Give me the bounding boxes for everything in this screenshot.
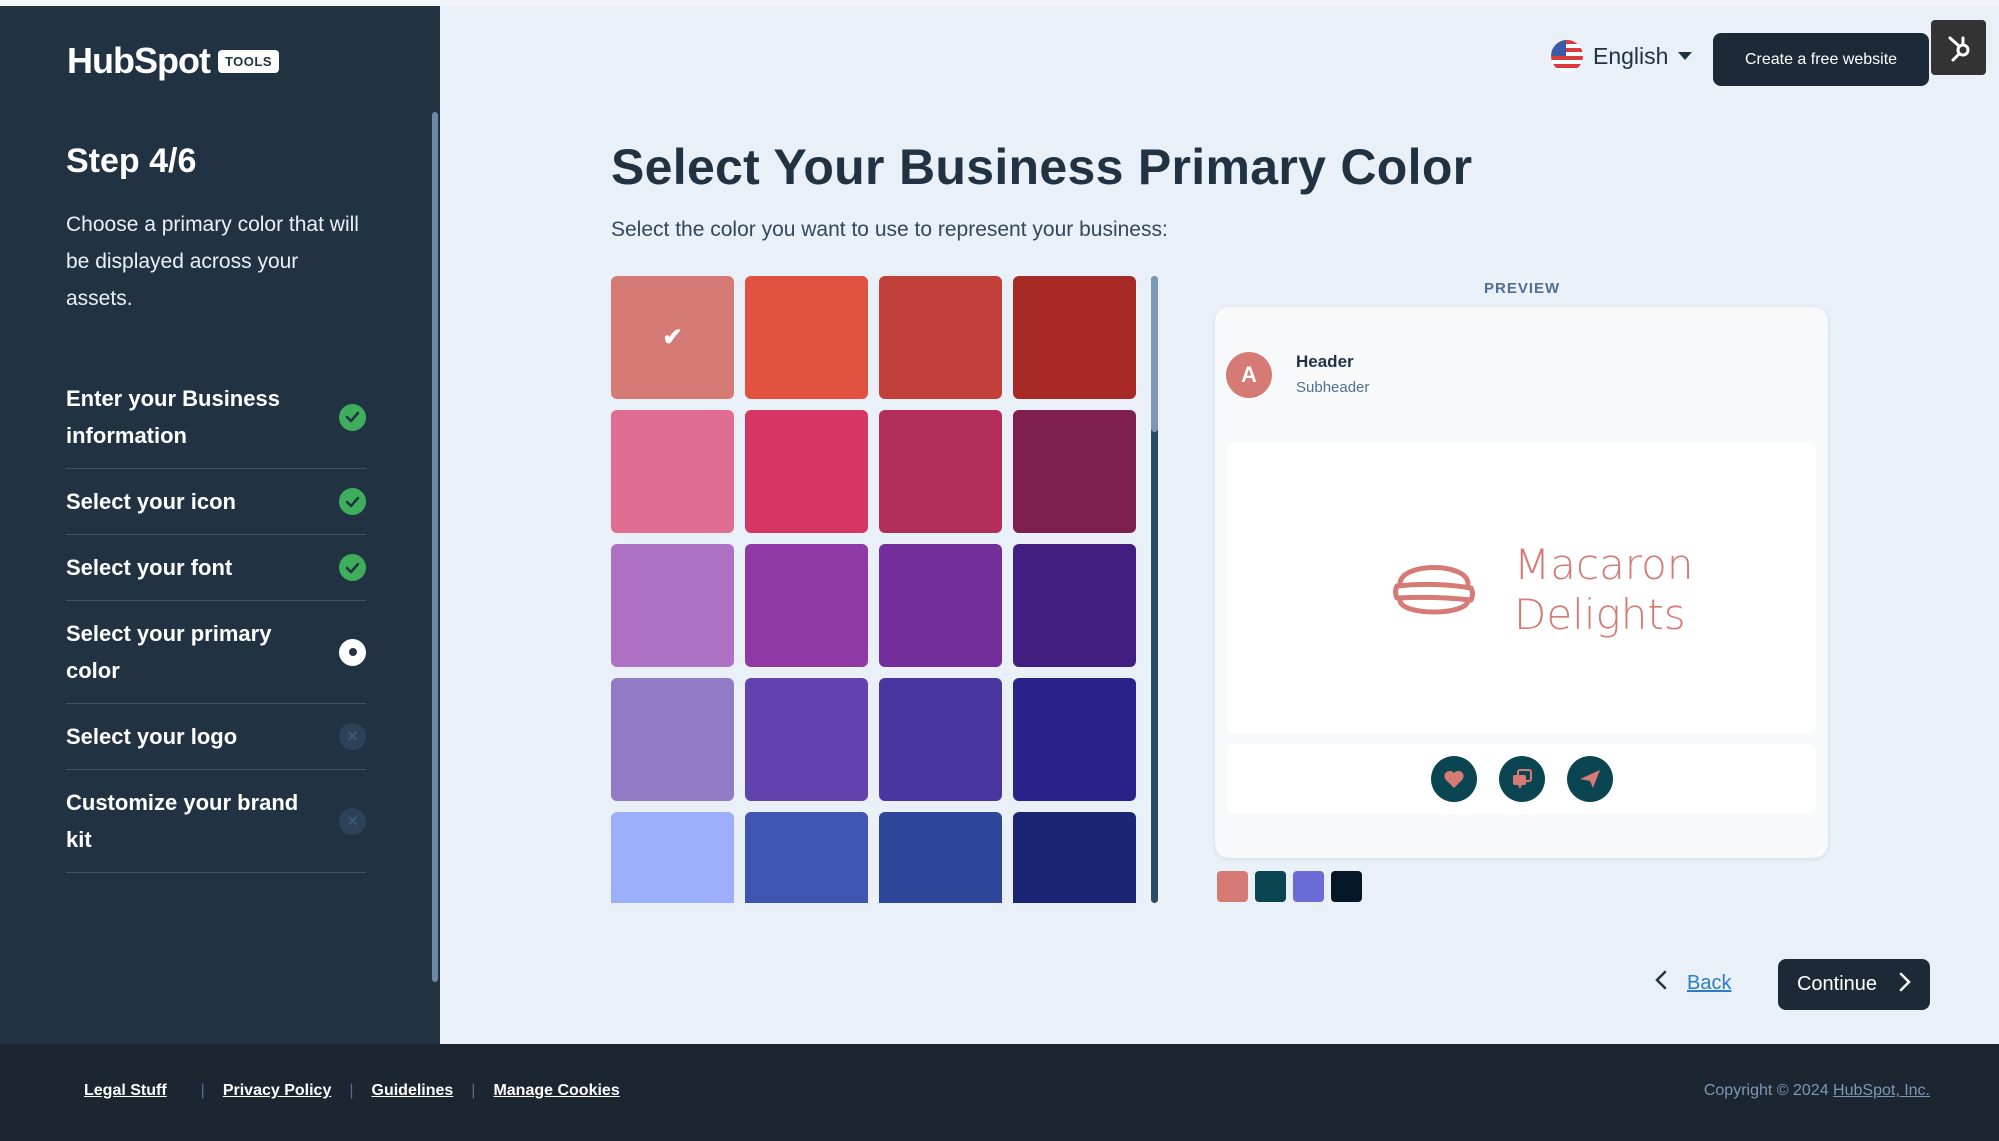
pending-x-icon: ✕ bbox=[339, 723, 366, 750]
chat-icon[interactable] bbox=[1498, 756, 1545, 802]
step-description: Choose a primary color that will be disp… bbox=[66, 213, 359, 310]
step-item[interactable]: Select your logo ✕ bbox=[66, 704, 366, 770]
color-swatch[interactable] bbox=[745, 410, 868, 533]
preview-header: Header bbox=[1296, 352, 1354, 371]
footer-separator: | bbox=[200, 1082, 205, 1099]
preview-card: A Header Subheader Macaron Delights bbox=[1215, 307, 1828, 858]
palette-swatch bbox=[1293, 871, 1324, 902]
language-label: English bbox=[1593, 42, 1669, 69]
step-title: Step 4/6 bbox=[66, 142, 197, 180]
footer-link[interactable]: Privacy Policy bbox=[223, 1082, 332, 1100]
sidebar-scrollbar[interactable] bbox=[432, 112, 438, 982]
color-grid-scrollbar[interactable] bbox=[1151, 276, 1158, 903]
palette-swatch bbox=[1331, 871, 1362, 902]
check-circle-icon bbox=[339, 488, 366, 515]
step-label: Select your logo bbox=[66, 724, 238, 749]
color-swatch[interactable] bbox=[879, 812, 1002, 903]
sidebar: HubSpot TOOLS Step 4/6 Choose a primary … bbox=[0, 6, 440, 1044]
tools-badge: TOOLS bbox=[217, 49, 280, 73]
create-free-website-button[interactable]: Create a free website bbox=[1713, 33, 1929, 86]
footer-link[interactable]: Manage Cookies bbox=[493, 1082, 619, 1100]
step-label: Select your primary color bbox=[66, 621, 272, 683]
check-circle-icon bbox=[339, 554, 366, 581]
footer-separator: | bbox=[349, 1082, 354, 1099]
step-item[interactable]: Customize your brand kit ✕ bbox=[66, 770, 366, 873]
preview-hero: Macaron Delights bbox=[1227, 442, 1816, 734]
palette-swatches bbox=[1217, 871, 1362, 902]
language-selector[interactable]: English bbox=[1551, 40, 1693, 72]
page-title: Select Your Business Primary Color bbox=[611, 139, 1473, 195]
copyright: Copyright © 2024 HubSpot, Inc. bbox=[1704, 1082, 1930, 1100]
macaron-icon bbox=[1392, 556, 1476, 625]
color-swatch[interactable] bbox=[745, 276, 868, 399]
business-name-line1: Macaron bbox=[1514, 540, 1694, 589]
heart-icon[interactable] bbox=[1430, 756, 1477, 802]
step-label: Select your icon bbox=[66, 489, 236, 514]
color-swatch[interactable]: ✔ bbox=[611, 276, 734, 399]
preview-subheader: Subheader bbox=[1296, 379, 1370, 396]
back-button[interactable]: Back bbox=[1655, 970, 1731, 996]
footer-links: Legal Stuff | Privacy Policy | Guidelines | Ma… bbox=[84, 1082, 620, 1100]
page-subtitle: Select the color you want to use to repr… bbox=[611, 218, 1168, 241]
color-swatch[interactable] bbox=[1013, 678, 1136, 801]
color-swatch[interactable] bbox=[1013, 410, 1136, 533]
footer-separator: | bbox=[471, 1082, 476, 1099]
color-swatch[interactable] bbox=[611, 678, 734, 801]
chevron-right-icon bbox=[1899, 972, 1911, 998]
color-swatch[interactable] bbox=[745, 544, 868, 667]
back-label: Back bbox=[1687, 971, 1732, 994]
step-label: Select your font bbox=[66, 555, 233, 580]
preview-actions bbox=[1227, 744, 1816, 814]
footer-link[interactable]: Guidelines bbox=[372, 1082, 454, 1100]
color-swatch[interactable] bbox=[879, 410, 1002, 533]
copyright-text: Copyright © 2024 bbox=[1703, 1082, 1834, 1099]
step-list: Enter your Business information Select yo… bbox=[66, 366, 366, 873]
color-swatch[interactable] bbox=[879, 276, 1002, 399]
business-name: Macaron Delights bbox=[1514, 540, 1693, 640]
footer: Legal Stuff | Privacy Policy | Guidelines | Ma… bbox=[0, 1044, 1999, 1141]
avatar: A bbox=[1226, 352, 1272, 398]
color-swatch[interactable] bbox=[879, 678, 1002, 801]
pending-x-icon: ✕ bbox=[339, 807, 366, 835]
color-swatch[interactable] bbox=[1013, 544, 1136, 667]
color-swatch[interactable] bbox=[611, 812, 734, 903]
current-step-icon bbox=[339, 638, 366, 666]
palette-swatch bbox=[1217, 871, 1248, 902]
color-grid: ✔ bbox=[611, 276, 1136, 903]
continue-button[interactable]: Continue bbox=[1778, 959, 1930, 1010]
step-label: Enter your Business information bbox=[66, 386, 280, 448]
color-swatch[interactable] bbox=[611, 544, 734, 667]
business-name-line2: Delights bbox=[1514, 590, 1686, 639]
step-label: Customize your brand kit bbox=[66, 790, 299, 852]
scrollbar-thumb[interactable] bbox=[1151, 276, 1158, 432]
palette-swatch bbox=[1255, 871, 1286, 902]
step-item[interactable]: Select your icon bbox=[66, 469, 366, 535]
us-flag-icon bbox=[1551, 40, 1583, 72]
hubspot-inc-link[interactable]: HubSpot, Inc. bbox=[1833, 1082, 1930, 1099]
hubspot-sprocket-icon[interactable] bbox=[1931, 20, 1986, 75]
logo-wordmark: HubSpot bbox=[67, 40, 211, 81]
step-item[interactable]: Enter your Business information bbox=[66, 366, 366, 469]
color-swatch[interactable] bbox=[611, 410, 734, 533]
checkmark-icon: ✔ bbox=[662, 324, 683, 351]
color-swatch[interactable] bbox=[1013, 276, 1136, 399]
step-item[interactable]: Select your primary color bbox=[66, 601, 366, 704]
check-circle-icon bbox=[339, 403, 366, 431]
caret-down-icon bbox=[1678, 52, 1693, 60]
color-swatch[interactable] bbox=[1013, 812, 1136, 903]
preview-label: PREVIEW bbox=[1484, 280, 1561, 297]
chevron-left-icon bbox=[1655, 970, 1667, 996]
color-swatch[interactable] bbox=[745, 678, 868, 801]
continue-label: Continue bbox=[1796, 973, 1878, 995]
step-item[interactable]: Select your font bbox=[66, 535, 366, 601]
footer-link[interactable]: Legal Stuff bbox=[84, 1082, 167, 1100]
brand-lockup: Macaron Delights bbox=[1392, 540, 1693, 640]
color-swatch[interactable] bbox=[745, 812, 868, 903]
hubspot-tools-logo[interactable]: HubSpot TOOLS bbox=[67, 40, 280, 82]
color-swatch[interactable] bbox=[879, 544, 1002, 667]
send-icon[interactable] bbox=[1566, 756, 1613, 802]
